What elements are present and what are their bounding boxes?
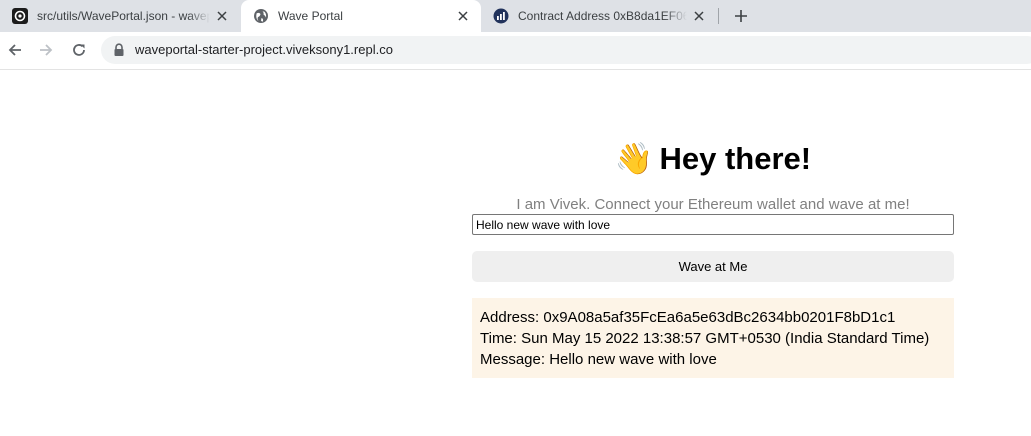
tab-wave-portal[interactable]: Wave Portal [241,0,481,32]
reload-icon [73,44,85,56]
message-value: Hello new wave with love [549,351,717,368]
tab-strip: src/utils/WavePortal.json - wavep Wave P… [0,0,1031,32]
close-icon[interactable] [691,8,707,24]
url-text[interactable]: waveportal-starter-project.viveksony1.re… [135,36,393,64]
arrow-left-icon [8,44,21,56]
wave-card: Address: 0x9A08a5af35FcEa6a5e63dBc2634bb… [472,298,954,378]
page-heading: 👋 Hey there! [472,140,954,178]
replit-icon [12,8,28,24]
tab-title: Wave Portal [278,9,343,23]
page-content: 👋 Hey there! I am Vivek. Connect your Eth… [0,70,1031,436]
back-button[interactable] [3,38,27,62]
forward-button[interactable] [34,38,58,62]
time-label: Time: [480,330,517,347]
etherscan-icon [493,8,509,24]
wave-message-row: Message: Hello new wave with love [480,349,946,370]
address-label: Address: [480,309,540,326]
tab-separator [718,8,719,24]
tab-title: Contract Address 0xB8da1EF06f4 [518,9,687,23]
waving-hand-icon: 👋 [614,141,654,176]
browser-toolbar: waveportal-starter-project.viveksony1.re… [0,32,1031,70]
bio-text: I am Vivek. Connect your Ethereum wallet… [516,196,910,213]
heading-text: Hey there! [659,141,812,176]
wave-address-row: Address: 0x9A08a5af35FcEa6a5e63dBc2634bb… [480,307,946,328]
plus-icon [735,10,747,22]
wave-time-row: Time: Sun May 15 2022 13:38:57 GMT+0530 … [480,328,946,349]
address-value: 0x9A08a5af35FcEa6a5e63dBc2634bb0201F8bD1… [543,309,896,326]
arrow-right-icon [40,44,53,56]
close-icon[interactable] [455,8,471,24]
globe-icon [253,8,269,24]
address-bar[interactable]: waveportal-starter-project.viveksony1.re… [101,36,1031,64]
new-tab-button[interactable] [729,4,753,28]
reload-button[interactable] [67,38,91,62]
tab-title: src/utils/WavePortal.json - wavep [37,9,210,23]
lock-icon[interactable] [113,43,125,57]
time-value: Sun May 15 2022 13:38:57 GMT+0530 (India… [521,330,930,347]
wave-message-input[interactable] [472,214,954,235]
tab-replit[interactable]: src/utils/WavePortal.json - wavep [0,0,240,32]
message-label: Message: [480,351,546,368]
wave-at-me-button[interactable]: Wave at Me [472,251,954,282]
close-icon[interactable] [214,8,230,24]
tab-etherscan[interactable]: Contract Address 0xB8da1EF06f4 [481,0,717,32]
